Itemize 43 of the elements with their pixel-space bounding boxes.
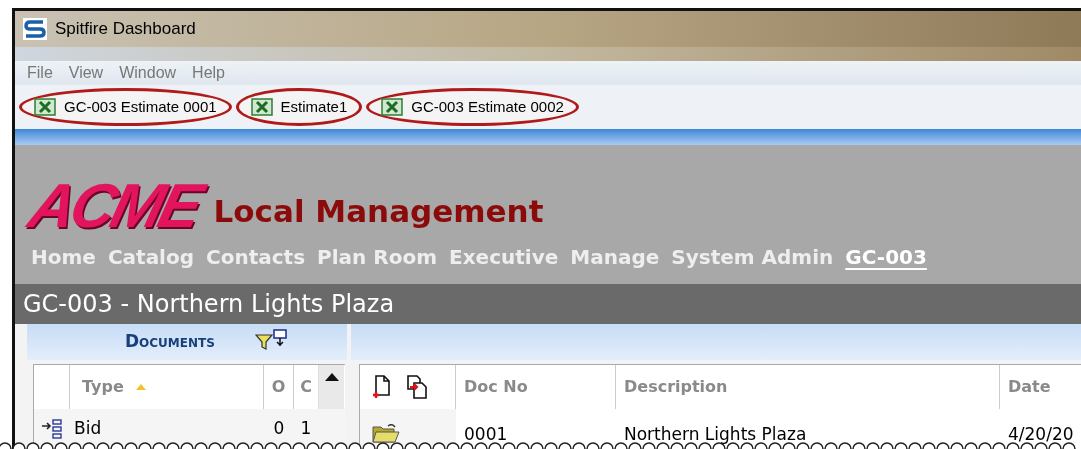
page-title: GC-003 - Northern Lights Plaza (23, 289, 395, 321)
copy-document-icon[interactable] (406, 375, 428, 399)
app-name: Local Management (213, 192, 544, 232)
nav-link[interactable]: Home (31, 241, 96, 272)
pin-icon[interactable] (272, 329, 287, 348)
column-header[interactable]: O (271, 375, 286, 399)
column-header[interactable]: Description (624, 375, 728, 399)
table-cell: 1 (300, 418, 312, 439)
column-header[interactable]: Type (82, 375, 124, 399)
document-tab[interactable]: GC-003 Estimate 0001 (19, 87, 232, 126)
scrollbar[interactable] (318, 365, 344, 409)
nav-link[interactable]: Plan Room (317, 241, 438, 272)
nav-link[interactable]: Executive (449, 241, 559, 272)
nav-link[interactable]: GC-003 (845, 241, 927, 272)
window-title: Spitfire Dashboard (55, 18, 196, 41)
spreadsheet-icon (381, 97, 404, 116)
scroll-up-icon[interactable] (324, 373, 339, 381)
column-header[interactable]: Date (1008, 375, 1051, 399)
menu-item[interactable]: File (27, 60, 53, 85)
column-header[interactable]: C (300, 375, 312, 399)
filter-icon[interactable] (254, 334, 273, 351)
nav-link[interactable]: Contacts (206, 241, 306, 272)
menu-item[interactable]: Window (119, 60, 177, 85)
folder-icon[interactable] (372, 423, 400, 443)
expand-rows-icon[interactable] (41, 418, 63, 440)
new-document-icon[interactable] (372, 375, 390, 399)
document-tab[interactable]: Estimate1 (235, 87, 363, 126)
nav-link[interactable]: System Admin (671, 241, 834, 272)
nav-link[interactable]: Catalog (107, 241, 195, 272)
column-header[interactable]: Doc No (464, 375, 528, 399)
table-cell: Bid (74, 418, 102, 439)
table-cell: 0001 (464, 423, 508, 444)
menu-item[interactable]: Help (192, 60, 225, 85)
table-cell: 4/20/20 (1008, 423, 1074, 444)
document-tab[interactable]: GC-003 Estimate 0002 (366, 87, 579, 126)
table-cell: 0 (273, 418, 285, 439)
nav-link[interactable]: Manage (570, 241, 660, 272)
panel-title: Documents (125, 330, 215, 354)
menu-item[interactable]: View (68, 60, 104, 85)
spreadsheet-icon (250, 97, 273, 116)
table-cell: Northern Lights Plaza (624, 423, 807, 444)
app-logo-icon (23, 17, 47, 40)
spreadsheet-icon (34, 97, 56, 116)
